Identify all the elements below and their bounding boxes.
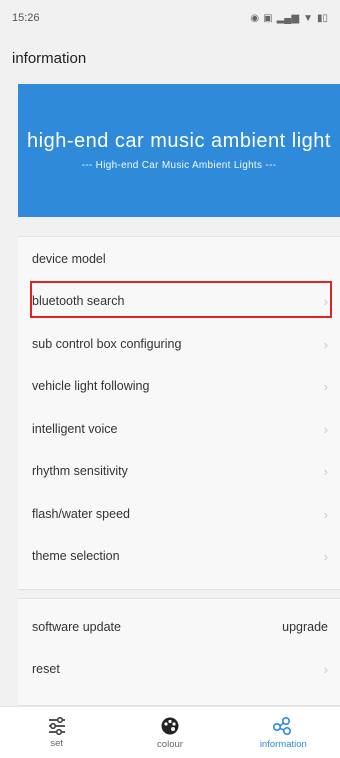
nav-label: information <box>259 738 307 750</box>
wifi-icon: ▼ <box>303 12 313 24</box>
rhythm-sensitivity-row[interactable]: rhythm sensitivity › <box>18 451 340 491</box>
row-label: vehicle light following <box>32 379 150 393</box>
system-card: software update upgrade reset › <box>18 598 340 706</box>
row-label: device model <box>32 252 106 266</box>
chevron-right-icon: › <box>323 463 328 479</box>
reset-row[interactable]: reset › <box>18 649 340 689</box>
nav-set[interactable]: set <box>7 707 107 758</box>
row-label: rhythm sensitivity <box>32 464 128 478</box>
highlight-box <box>30 281 332 318</box>
chevron-right-icon: › <box>323 548 328 564</box>
status-time: 15:26 <box>12 12 40 24</box>
share-nodes-icon <box>272 716 294 736</box>
nav-label: colour <box>157 738 183 750</box>
theme-selection-row[interactable]: theme selection › <box>18 536 340 576</box>
page-title: information <box>12 49 87 67</box>
row-label: flash/water speed <box>32 507 130 521</box>
chevron-right-icon: › <box>323 336 328 352</box>
notification-icon: ◉ <box>250 12 260 24</box>
nav-information[interactable]: information <box>233 707 333 758</box>
bottom-nav: set colour information <box>0 706 340 758</box>
battery-icon: ▮▯ <box>316 12 328 24</box>
intelligent-voice-row[interactable]: intelligent voice › <box>18 409 340 449</box>
software-update-row[interactable]: software update upgrade <box>18 607 340 647</box>
row-label: reset <box>32 662 60 676</box>
row-label: intelligent voice <box>32 422 118 436</box>
sub-control-box-row[interactable]: sub control box configuring › <box>18 324 340 364</box>
chevron-right-icon: › <box>323 378 328 394</box>
nav-label: set <box>50 737 63 749</box>
vehicle-light-following-row[interactable]: vehicle light following › <box>18 366 340 406</box>
sliders-icon <box>47 716 67 735</box>
message-icon: ▣ <box>263 12 273 24</box>
row-label: theme selection <box>32 549 120 563</box>
chevron-right-icon: › <box>323 661 328 677</box>
row-label: sub control box configuring <box>32 337 182 351</box>
banner-title: high-end car music ambient light <box>27 130 331 152</box>
chevron-right-icon: › <box>323 506 328 522</box>
status-bar: 15:26 ◉ ▣ ▂▄▆ ▼ ▮▯ <box>0 0 340 36</box>
upgrade-value: upgrade <box>282 620 328 634</box>
status-icons: ◉ ▣ ▂▄▆ ▼ ▮▯ <box>250 13 328 24</box>
row-label: software update <box>32 620 121 634</box>
device-model-row[interactable]: device model <box>18 239 340 279</box>
signal-icon: ▂▄▆ <box>276 12 300 24</box>
nav-colour[interactable]: colour <box>120 707 220 758</box>
banner: high-end car music ambient light --- Hig… <box>18 84 340 217</box>
palette-icon <box>160 716 180 736</box>
flash-water-speed-row[interactable]: flash/water speed › <box>18 494 340 534</box>
chevron-right-icon: › <box>323 421 328 437</box>
banner-subtitle: --- High-end Car Music Ambient Lights --… <box>81 160 277 171</box>
